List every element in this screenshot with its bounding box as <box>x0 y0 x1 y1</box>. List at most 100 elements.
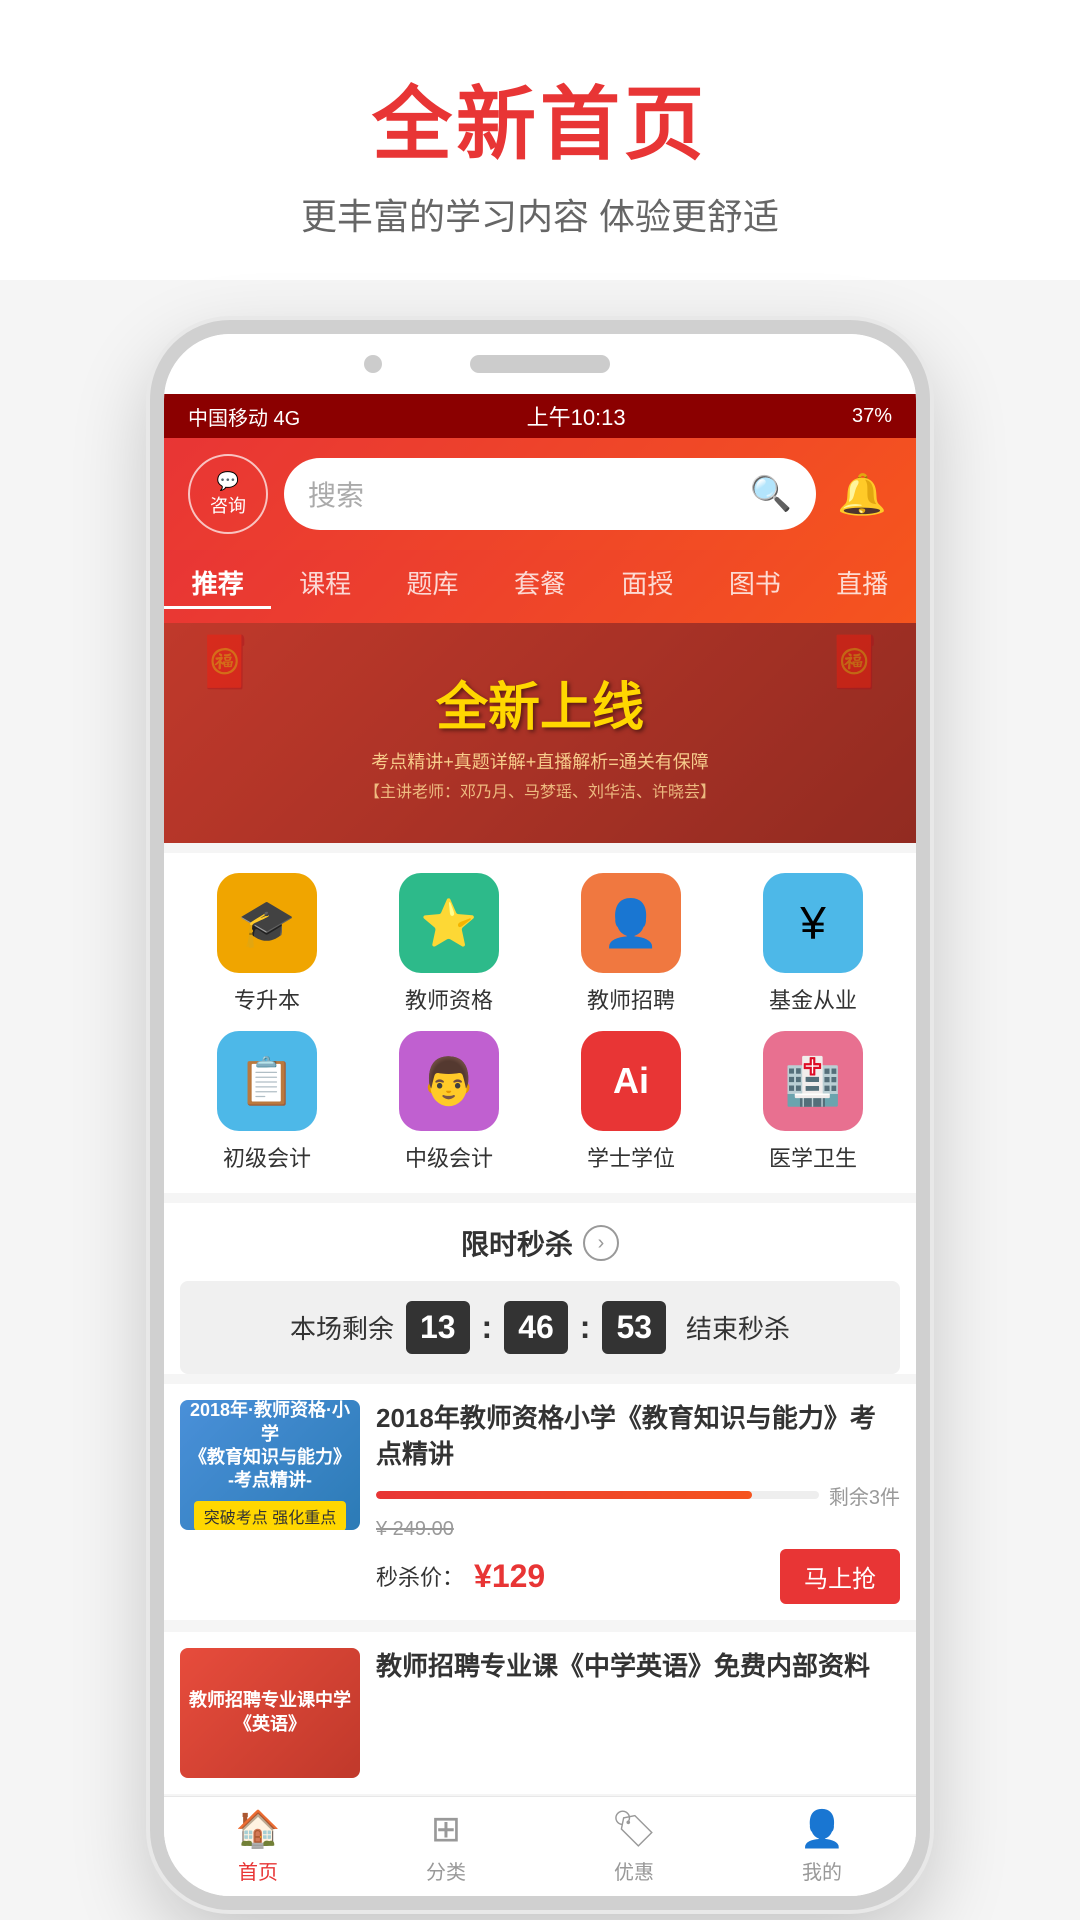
bottom-nav-category[interactable]: ⊞ 分类 <box>352 1797 540 1896</box>
product-thumb-2: 教师招聘专业课中学《英语》 <box>180 1648 360 1778</box>
phone-camera <box>364 355 382 373</box>
banner-sub2: 【主讲老师：邓乃月、马梦瑶、刘华洁、许晓芸】 <box>364 778 716 802</box>
buy-button-1[interactable]: 马上抢 <box>780 1549 900 1604</box>
thumb-title-1: 2018年·教师资格·小学《教育知识与能力》-考点精讲- <box>180 1400 360 1493</box>
category-item-teacher-cert[interactable]: ⭐ 教师资格 <box>366 873 532 1015</box>
promo-title: 全新首页 <box>0 60 1080 176</box>
countdown-bar: 本场剩余 13 : 46 : 53 结束秒杀 <box>180 1281 900 1374</box>
category-label-mid-acct: 中级会计 <box>405 1141 493 1173</box>
countdown-minutes: 46 <box>504 1301 568 1354</box>
thumb-badge-1: 突破考点 强化重点 <box>194 1501 346 1530</box>
category-item-teacher-recruit[interactable]: 👤 教师招聘 <box>548 873 714 1015</box>
main-content: 🧧 🧧 全新上线 考点精讲+真题详解+直播解析=通关有保障 【主讲老师：邓乃月、… <box>164 623 916 1896</box>
category-icon-fund: ¥ <box>763 873 863 973</box>
tab-offline[interactable]: 面授 <box>594 556 701 609</box>
category-item-bachelor[interactable]: Ai 学士学位 <box>548 1031 714 1173</box>
promo-section: 全新首页 更丰富的学习内容 体验更舒适 <box>0 0 1080 280</box>
home-icon: 🏠 <box>236 1808 281 1850</box>
flash-sale-section: 限时秒杀 › 本场剩余 13 : 46 : 53 结束秒杀 <box>164 1203 916 1374</box>
product-title-2: 教师招聘专业课《中学英语》免费内部资料 <box>376 1648 900 1684</box>
profile-icon: 👤 <box>800 1808 845 1850</box>
flash-sale-header: 限时秒杀 › <box>164 1203 916 1273</box>
category-icon-medical: 🏥 <box>763 1031 863 1131</box>
progress-bar-1 <box>376 1491 819 1499</box>
banner-content: 全新上线 考点精讲+真题详解+直播解析=通关有保障 【主讲老师：邓乃月、马梦瑶、… <box>364 665 716 802</box>
progress-fill-1 <box>376 1491 752 1499</box>
phone-top-bar <box>164 334 916 394</box>
category-item-mid-acct[interactable]: 👨 中级会计 <box>366 1031 532 1173</box>
status-signal: 中国移动 4G <box>188 402 300 431</box>
search-placeholder: 搜索 <box>308 474 738 514</box>
category-label: 分类 <box>426 1856 466 1885</box>
tab-book[interactable]: 图书 <box>701 556 808 609</box>
thumb-title-2: 教师招聘专业课中学《英语》 <box>181 1689 359 1736</box>
countdown-colon-2: : <box>580 1309 591 1346</box>
banner-deco-right: 🧧 <box>824 633 886 692</box>
bottom-nav-home[interactable]: 🏠 首页 <box>164 1797 352 1896</box>
category-label-medical: 医学卫生 <box>769 1141 857 1173</box>
search-icon: 🔍 <box>750 474 792 514</box>
stock-label-1: 剩余3件 <box>829 1481 900 1510</box>
sale-price-1: ¥129 <box>474 1558 545 1595</box>
category-grid: 🎓 专升本 ⭐ 教师资格 👤 教师招聘 ¥ 基金从业 📋 <box>164 853 916 1193</box>
progress-row-1: 剩余3件 <box>376 1481 900 1510</box>
original-price-1: ¥ 249.00 <box>376 1518 454 1541</box>
section-divider <box>164 1622 916 1632</box>
category-item-junior-acct[interactable]: 📋 初级会计 <box>184 1031 350 1173</box>
tab-question[interactable]: 题库 <box>379 556 486 609</box>
category-item-zhuanshengben[interactable]: 🎓 专升本 <box>184 873 350 1015</box>
consult-label: 咨询 <box>210 492 246 518</box>
status-battery: 37% <box>852 405 892 428</box>
category-icon-junior-acct: 📋 <box>217 1031 317 1131</box>
tab-recommend[interactable]: 推荐 <box>164 556 271 609</box>
category-icon-teacher-cert: ⭐ <box>399 873 499 973</box>
product-card-2: 教师招聘专业课中学《英语》 教师招聘专业课《中学英语》免费内部资料 <box>164 1632 916 1794</box>
product-card-1: 2018年·教师资格·小学《教育知识与能力》-考点精讲- 突破考点 强化重点 2… <box>164 1384 916 1620</box>
product-info-2: 教师招聘专业课《中学英语》免费内部资料 <box>376 1648 900 1684</box>
category-label-zhuanshengben: 专升本 <box>234 983 300 1015</box>
consult-button[interactable]: 💬 咨询 <box>188 454 268 534</box>
flash-sale-more-button[interactable]: › <box>583 1225 619 1261</box>
bottom-nav-coupon[interactable]: 🏷 优惠 <box>540 1797 728 1896</box>
status-time: 上午10:13 <box>527 400 626 432</box>
tab-course[interactable]: 课程 <box>271 556 378 609</box>
category-label-fund: 基金从业 <box>769 983 857 1015</box>
banner-main-text: 全新上线 <box>364 665 716 740</box>
coupon-icon: 🏷 <box>611 1808 657 1850</box>
category-icon-mid-acct: 👨 <box>399 1031 499 1131</box>
category-label-teacher-recruit: 教师招聘 <box>587 983 675 1015</box>
product-info-1: 2018年教师资格小学《教育知识与能力》考点精讲 剩余3件 ¥ 249.00 秒… <box>376 1400 900 1604</box>
countdown-hours: 13 <box>406 1301 470 1354</box>
countdown-colon-1: : <box>482 1309 493 1346</box>
price-row-1: ¥ 249.00 <box>376 1518 900 1541</box>
profile-label: 我的 <box>802 1856 842 1885</box>
category-item-fund[interactable]: ¥ 基金从业 <box>730 873 896 1015</box>
bottom-nav-profile[interactable]: 👤 我的 <box>728 1797 916 1896</box>
category-label-bachelor: 学士学位 <box>587 1141 675 1173</box>
phone-speaker <box>470 355 610 373</box>
home-label: 首页 <box>238 1856 278 1885</box>
phone-wrapper: 中国移动 4G 上午10:13 37% 💬 咨询 搜索 🔍 🔔 推荐 课 <box>0 320 1080 1910</box>
notification-button[interactable]: 🔔 <box>832 464 892 524</box>
sale-label-1: 秒杀价： <box>376 1560 464 1592</box>
product-thumb-1: 2018年·教师资格·小学《教育知识与能力》-考点精讲- 突破考点 强化重点 <box>180 1400 360 1530</box>
banner-deco-left: 🧧 <box>194 633 256 692</box>
tab-live[interactable]: 直播 <box>809 556 916 609</box>
category-icon-zhuanshengben: 🎓 <box>217 873 317 973</box>
product-thumb-image-2: 教师招聘专业课中学《英语》 <box>180 1648 360 1778</box>
banner: 🧧 🧧 全新上线 考点精讲+真题详解+直播解析=通关有保障 【主讲老师：邓乃月、… <box>164 623 916 843</box>
app-header: 💬 咨询 搜索 🔍 🔔 <box>164 438 916 550</box>
category-item-medical[interactable]: 🏥 医学卫生 <box>730 1031 896 1173</box>
status-left: 中国移动 4G <box>188 402 300 431</box>
category-label-junior-acct: 初级会计 <box>223 1141 311 1173</box>
phone-frame: 中国移动 4G 上午10:13 37% 💬 咨询 搜索 🔍 🔔 推荐 课 <box>150 320 930 1910</box>
nav-tabs: 推荐 课程 题库 套餐 面授 图书 直播 <box>164 550 916 623</box>
banner-sub1: 考点精讲+真题详解+直播解析=通关有保障 <box>364 748 716 774</box>
sale-row-1: 秒杀价： ¥129 马上抢 <box>376 1549 900 1604</box>
category-icon-teacher-recruit: 👤 <box>581 873 681 973</box>
countdown-seconds: 53 <box>602 1301 666 1354</box>
product-title-1: 2018年教师资格小学《教育知识与能力》考点精讲 <box>376 1400 900 1473</box>
tab-package[interactable]: 套餐 <box>486 556 593 609</box>
search-bar[interactable]: 搜索 🔍 <box>284 458 816 530</box>
product-thumb-image-1: 2018年·教师资格·小学《教育知识与能力》-考点精讲- 突破考点 强化重点 <box>180 1400 360 1530</box>
